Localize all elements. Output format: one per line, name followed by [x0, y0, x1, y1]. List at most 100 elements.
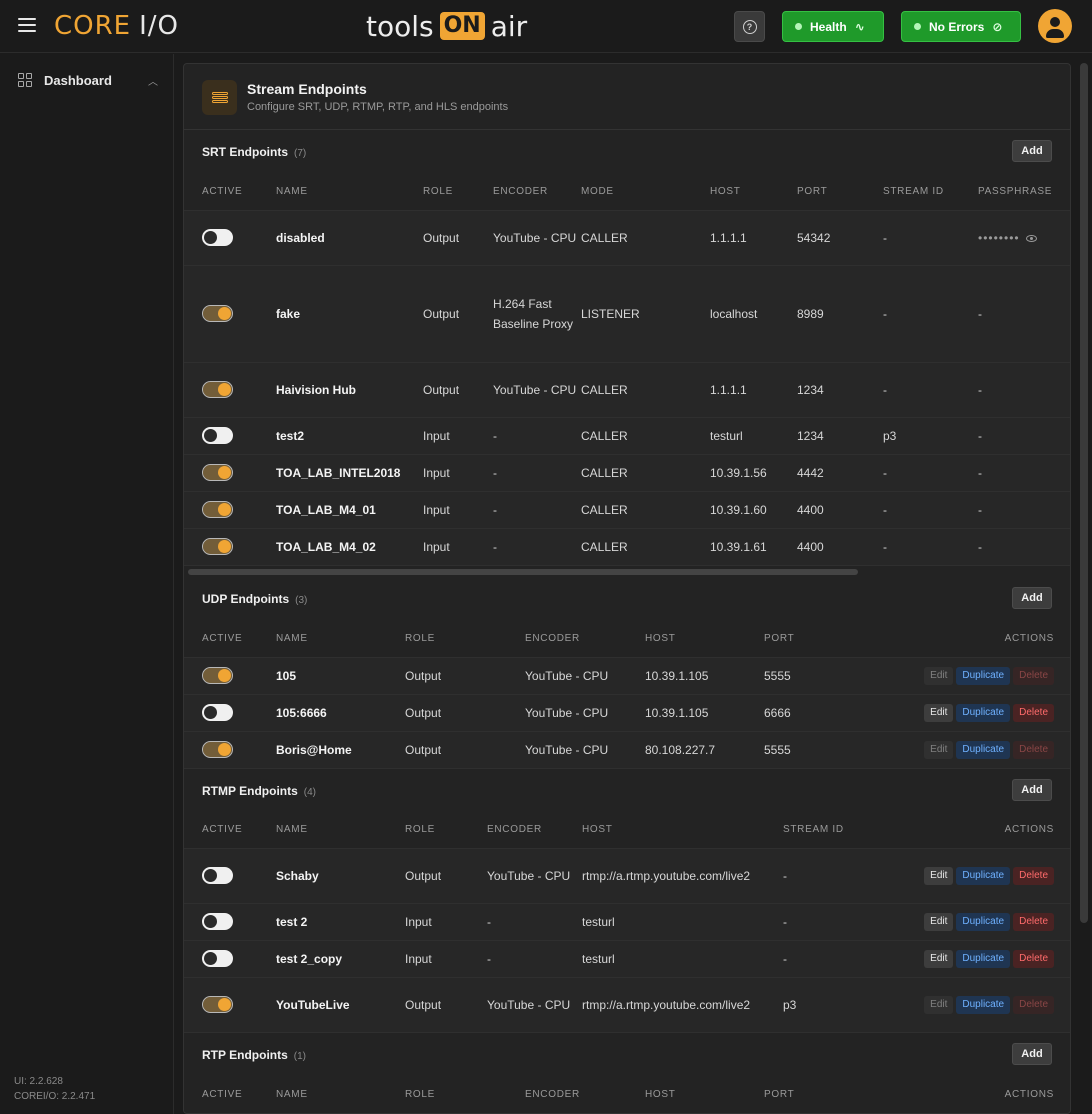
delete-button[interactable]: Delete — [1013, 949, 1054, 968]
rtmp-section-header: RTMP Endpoints (4) Add — [184, 768, 1070, 812]
stream-id-cell: - — [883, 209, 978, 265]
health-button[interactable]: Health ∿ — [782, 11, 884, 42]
duplicate-button[interactable]: Duplicate — [956, 912, 1011, 931]
eye-icon[interactable] — [1025, 234, 1037, 242]
table-row[interactable]: disabled Output YouTube - CPU CALLER 1.1.1.1… — [184, 209, 1070, 265]
table-row[interactable]: TOA_LAB_M4_01 Input - CALLER 10.39.1.60 4400-… — [184, 490, 1070, 528]
active-cell — [184, 416, 276, 454]
column-header: ROLE — [405, 812, 487, 848]
active-toggle[interactable] — [202, 305, 233, 322]
stream-id-cell: - — [883, 527, 978, 565]
srt-section-header: SRT Endpoints (7) Add — [184, 130, 1070, 174]
mode-cell: CALLER — [581, 453, 710, 491]
help-button[interactable]: ? — [734, 11, 765, 42]
health-label: Health — [810, 19, 847, 34]
delete-button[interactable]: Delete — [1013, 703, 1054, 722]
active-cell — [184, 939, 276, 977]
column-header: NAME — [276, 174, 423, 210]
udp-add-button[interactable]: Add — [1012, 587, 1052, 609]
name-cell: fake — [276, 264, 423, 362]
active-toggle[interactable] — [202, 427, 233, 444]
table-row[interactable]: 105:6666 Output YouTube - CPU 10.39.1.105 66… — [184, 693, 1070, 731]
edit-button[interactable]: Edit — [924, 666, 954, 685]
active-toggle[interactable] — [202, 501, 233, 518]
host-cell: 80.108.227.7 — [645, 730, 764, 768]
active-toggle[interactable] — [202, 464, 233, 481]
edit-button[interactable]: Edit — [924, 866, 954, 885]
sidebar-item-dashboard[interactable]: Dashboard ︿ — [18, 71, 158, 89]
name-cell: 105:6666 — [276, 693, 405, 731]
menu-icon[interactable] — [18, 18, 36, 34]
active-toggle[interactable] — [202, 704, 233, 721]
table-row[interactable]: Boris@Home Output YouTube - CPU 80.108.227.… — [184, 730, 1070, 768]
delete-button[interactable]: Delete — [1013, 912, 1054, 931]
edit-button[interactable]: Edit — [924, 912, 954, 931]
active-toggle[interactable] — [202, 913, 233, 930]
user-avatar[interactable] — [1038, 9, 1072, 43]
mode-cell: CALLER — [581, 361, 710, 417]
active-toggle[interactable] — [202, 381, 233, 398]
duplicate-button[interactable]: Duplicate — [956, 703, 1011, 722]
active-toggle[interactable] — [202, 867, 233, 884]
edit-button[interactable]: Edit — [924, 949, 954, 968]
column-header: ACTIVE — [184, 812, 276, 848]
mode-cell: CALLER — [581, 209, 710, 265]
host-cell: testurl — [582, 902, 783, 940]
role-cell: Output — [423, 264, 493, 362]
table-row[interactable]: Schaby Output YouTube - CPU rtmp://a.rtmp.y… — [184, 847, 1070, 903]
mode-cell: LISTENER — [581, 264, 710, 362]
udp-table: ACTIVE NAME ROLE ENCODER HOST PORT ACTIONS 105… — [184, 621, 1070, 768]
table-row[interactable]: test 2 Input - testurl - Edit Duplicate Delete — [184, 902, 1070, 940]
table-row[interactable]: fake Output H.264 Fast Baseline Proxy LISTE… — [184, 264, 1070, 362]
table-row[interactable]: test 2_copy Input - testurl - Edit Duplicate De… — [184, 939, 1070, 977]
active-cell — [184, 656, 276, 694]
duplicate-button[interactable]: Duplicate — [956, 740, 1011, 759]
user-icon — [1050, 17, 1060, 27]
core-io-logo[interactable]: CORE I/O — [54, 10, 179, 42]
edit-button[interactable]: Edit — [924, 740, 954, 759]
srt-add-button[interactable]: Add — [1012, 140, 1052, 162]
active-toggle[interactable] — [202, 950, 233, 967]
health-dot-icon — [795, 23, 802, 30]
active-toggle[interactable] — [202, 667, 233, 684]
table-row[interactable]: TOA_LAB_INTEL2018 Input - CALLER 10.39.1.56 4… — [184, 453, 1070, 491]
column-header: NAME — [276, 621, 405, 657]
delete-button[interactable]: Delete — [1013, 666, 1054, 685]
column-header: NAME — [276, 812, 405, 848]
column-header: MODE — [581, 174, 710, 210]
rtp-add-button[interactable]: Add — [1012, 1043, 1052, 1065]
table-row[interactable]: test2 Input - CALLER testurl 1234 p3- — [184, 416, 1070, 454]
column-header: ENCODER — [493, 174, 581, 210]
encoder-cell: - — [493, 416, 581, 454]
srt-horizontal-scrollbar[interactable] — [184, 565, 1070, 577]
chevron-up-icon[interactable]: ︿ — [148, 73, 158, 88]
table-row[interactable]: Haivision Hub Output YouTube - CPU CALLER 1.… — [184, 361, 1070, 417]
table-row[interactable]: TOA_LAB_M4_02 Input - CALLER 10.39.1.61 4400-… — [184, 527, 1070, 565]
scrollbar-thumb[interactable] — [188, 569, 858, 575]
rtmp-add-button[interactable]: Add — [1012, 779, 1052, 801]
duplicate-button[interactable]: Duplicate — [956, 995, 1011, 1014]
edit-button[interactable]: Edit — [924, 995, 954, 1014]
role-cell: Output — [423, 361, 493, 417]
duplicate-button[interactable]: Duplicate — [956, 949, 1011, 968]
active-toggle[interactable] — [202, 996, 233, 1014]
active-cell — [184, 453, 276, 491]
role-cell: Input — [423, 453, 493, 491]
duplicate-button[interactable]: Duplicate — [956, 666, 1011, 685]
page-vertical-scrollbar[interactable] — [1080, 63, 1088, 923]
active-toggle[interactable] — [202, 538, 233, 556]
active-cell — [184, 902, 276, 940]
active-toggle[interactable] — [202, 229, 233, 246]
edit-button[interactable]: Edit — [924, 703, 954, 722]
table-row[interactable]: YouTubeLive Output YouTube - CPU rtmp://a.r… — [184, 976, 1070, 1032]
delete-button[interactable]: Delete — [1013, 995, 1054, 1014]
delete-button[interactable]: Delete — [1013, 740, 1054, 759]
duplicate-button[interactable]: Duplicate — [956, 866, 1011, 885]
active-cell — [184, 730, 276, 768]
active-toggle[interactable] — [202, 741, 233, 759]
errors-button[interactable]: No Errors ⊘ — [901, 11, 1021, 42]
delete-button[interactable]: Delete — [1013, 866, 1054, 885]
actions-cell: Edit Duplicate Delete — [883, 976, 1070, 1032]
actions-cell: Edit Duplicate Delete — [883, 902, 1070, 940]
table-row[interactable]: 105 Output YouTube - CPU 10.39.1.105 5555 Edi… — [184, 656, 1070, 694]
